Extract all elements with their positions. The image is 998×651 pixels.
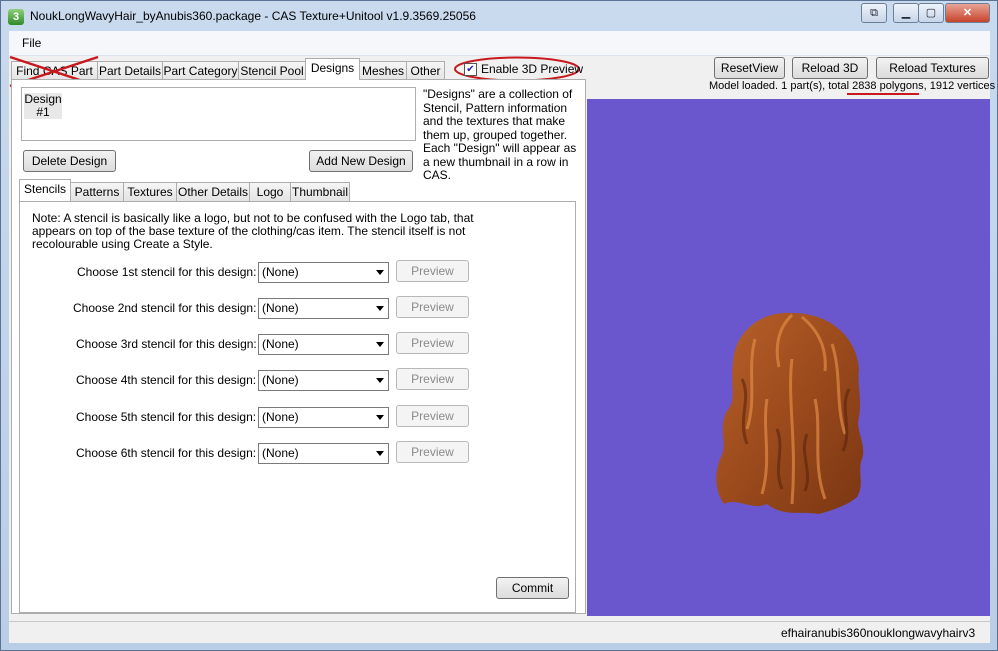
chevron-down-icon (376, 415, 384, 420)
status-text: efhairanubis360nouklongwavyhairv3 (781, 626, 976, 640)
menu-bar: File (9, 31, 990, 56)
stencil-select[interactable]: (None) (258, 370, 389, 391)
stencil-select-value: (None) (262, 446, 299, 460)
stencil-select[interactable]: (None) (258, 334, 389, 355)
3d-preview-viewport[interactable] (587, 99, 990, 616)
status-bar: efhairanubis360nouklongwavyhairv3 (9, 621, 990, 643)
stencil-select-value: (None) (262, 337, 299, 351)
design-list[interactable]: Design #1 (21, 87, 416, 141)
tab-other[interactable]: Other (406, 61, 445, 80)
reload-textures-button[interactable]: Reload Textures (876, 57, 989, 79)
stencil-preview-button[interactable]: Preview (396, 368, 469, 390)
tab-other-details[interactable]: Other Details (176, 182, 250, 201)
enable-3d-preview-checkbox[interactable]: ✔ Enable 3D Preview (454, 56, 584, 82)
stencil-select[interactable]: (None) (258, 298, 389, 319)
tab-part-details[interactable]: Part Details (97, 61, 163, 80)
stencil-select-value: (None) (262, 301, 299, 315)
stencil-select[interactable]: (None) (258, 407, 389, 428)
stencil-preview-button[interactable]: Preview (396, 296, 469, 318)
maximize-icon[interactable]: ▢ (918, 3, 944, 23)
app-icon: 3 (8, 9, 24, 25)
designs-panel: Design #1 "Designs" are a collection of … (11, 79, 586, 614)
checkbox-box[interactable]: ✔ (464, 63, 477, 76)
tab-stencil-pool[interactable]: Stencil Pool (238, 61, 306, 80)
stencil-select-value: (None) (262, 265, 299, 279)
red-underline-annotation (847, 93, 919, 95)
chevron-down-icon (376, 451, 384, 456)
add-new-design-button[interactable]: Add New Design (309, 150, 413, 172)
stencil-preview-button[interactable]: Preview (396, 405, 469, 427)
tab-designs[interactable]: Designs (305, 58, 360, 80)
chevron-down-icon (376, 306, 384, 311)
client-area: File Find CAS Part Part Details Part Cat… (9, 31, 995, 643)
stencil-row-label: Choose 2nd stencil for this design: (73, 301, 257, 315)
stencil-row-label: Choose 1st stencil for this design: (77, 265, 257, 279)
chevron-down-icon (376, 270, 384, 275)
designs-description: "Designs" are a collection of Stencil, P… (423, 87, 577, 182)
chevron-down-icon (376, 378, 384, 383)
tab-patterns[interactable]: Patterns (70, 182, 124, 201)
tab-part-category[interactable]: Part Category (162, 61, 239, 80)
reset-view-button[interactable]: ResetView (714, 57, 785, 79)
restore-down-icon[interactable]: ⧉ (861, 3, 887, 23)
tab-textures[interactable]: Textures (123, 182, 177, 201)
tab-thumbnail[interactable]: Thumbnail (290, 182, 350, 201)
tab-logo[interactable]: Logo (249, 182, 291, 201)
stencil-preview-button[interactable]: Preview (396, 441, 469, 463)
stencil-row-label: Choose 5th stencil for this design: (76, 410, 257, 424)
hair-model-render (716, 312, 864, 514)
close-icon[interactable]: ✕ (945, 3, 990, 23)
tab-find-cas-part[interactable]: Find CAS Part (9, 55, 99, 88)
stencil-row-label: Choose 3rd stencil for this design: (76, 337, 257, 351)
commit-button[interactable]: Commit (496, 577, 569, 599)
title-bar[interactable]: 3 NoukLongWavyHair_byAnubis360.package -… (1, 1, 997, 31)
menu-file[interactable]: File (22, 36, 41, 50)
tab-meshes[interactable]: Meshes (359, 61, 407, 80)
minimize-icon[interactable]: ▁ (893, 3, 919, 23)
chevron-down-icon (376, 342, 384, 347)
delete-design-button[interactable]: Delete Design (23, 150, 116, 172)
stencil-row-label: Choose 4th stencil for this design: (76, 373, 257, 387)
design-list-item[interactable]: Design #1 (24, 93, 62, 119)
stencils-panel: Note: A stencil is basically like a logo… (19, 201, 576, 613)
stencil-select[interactable]: (None) (258, 262, 389, 283)
stencil-note: Note: A stencil is basically like a logo… (32, 211, 474, 251)
stencil-preview-button[interactable]: Preview (396, 260, 469, 282)
tab-stencils[interactable]: Stencils (19, 179, 71, 201)
reload-3d-button[interactable]: Reload 3D (792, 57, 868, 79)
window-title: NoukLongWavyHair_byAnubis360.package - C… (30, 9, 476, 23)
stencil-select-value: (None) (262, 410, 299, 424)
checkbox-label: Enable 3D Preview (481, 62, 584, 76)
stencil-preview-button[interactable]: Preview (396, 332, 469, 354)
stencil-row-label: Choose 6th stencil for this design: (76, 446, 257, 460)
stencil-select-value: (None) (262, 373, 299, 387)
design-number: #1 (36, 105, 50, 119)
model-info: Model loaded. 1 part(s), total 2838 poly… (709, 80, 996, 92)
stencil-select[interactable]: (None) (258, 443, 389, 464)
main-window: 3 NoukLongWavyHair_byAnubis360.package -… (0, 0, 998, 651)
